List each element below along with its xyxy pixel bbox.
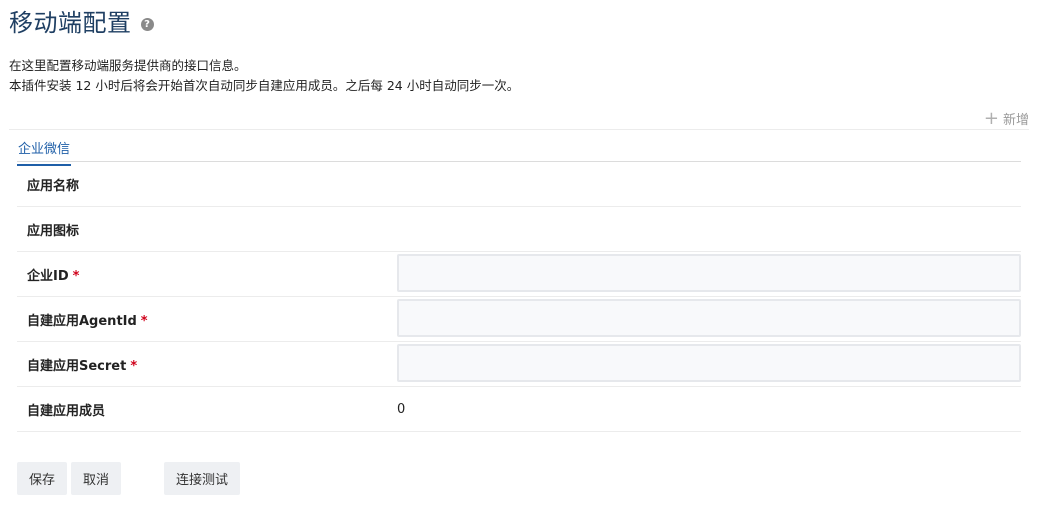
plus-icon: +	[983, 107, 999, 129]
page-header: 移动端配置 ?	[9, 6, 154, 40]
question-circle-icon[interactable]: ?	[140, 17, 154, 31]
required-mark: *	[140, 313, 148, 329]
cancel-button[interactable]: 取消	[71, 462, 122, 495]
form-actions: 保存 取消 连接测试	[17, 462, 241, 495]
form-row-members: 自建应用成员 0	[17, 387, 1021, 432]
agent-id-label-text: 自建应用AgentId	[27, 313, 137, 329]
corp-id-label-text: 企业ID	[27, 268, 69, 284]
add-button[interactable]: + 新增	[984, 109, 1029, 128]
corp-id-input[interactable]	[397, 254, 1021, 292]
page-title: 移动端配置	[9, 9, 132, 37]
description-line-2: 本插件安装 12 小时后将会开始首次自动同步自建应用成员。之后每 24 小时自动…	[9, 78, 520, 93]
agent-id-label: 自建应用AgentId *	[27, 310, 148, 329]
secret-label-text: 自建应用Secret	[27, 358, 127, 374]
required-mark: *	[72, 268, 80, 284]
description-line-1: 在这里配置移动端服务提供商的接口信息。	[9, 58, 247, 73]
corp-id-label: 企业ID *	[27, 265, 79, 284]
save-button[interactable]: 保存	[17, 462, 68, 495]
required-mark: *	[130, 358, 138, 374]
config-form: 应用名称 应用图标 企业ID * 自建应用AgentId * 自建应用Secret *…	[17, 162, 1021, 432]
members-count: 0	[397, 401, 406, 417]
app-name-label: 应用名称	[27, 178, 80, 194]
connection-test-button[interactable]: 连接测试	[164, 462, 241, 495]
form-row-secret: 自建应用Secret *	[17, 342, 1021, 387]
agent-id-input[interactable]	[397, 299, 1021, 337]
app-icon-label: 应用图标	[27, 223, 80, 239]
add-button-label: 新增	[1002, 113, 1029, 128]
form-row-agent-id: 自建应用AgentId *	[17, 297, 1021, 342]
secret-label: 自建应用Secret *	[27, 355, 137, 374]
members-label: 自建应用成员	[27, 403, 106, 419]
secret-input[interactable]	[397, 344, 1021, 382]
form-row-corp-id: 企业ID *	[17, 252, 1021, 297]
form-row-app-icon: 应用图标	[17, 207, 1021, 252]
form-row-app-name: 应用名称	[17, 162, 1021, 207]
page-description: 在这里配置移动端服务提供商的接口信息。 本插件安装 12 小时后将会开始首次自动…	[9, 56, 519, 96]
divider	[9, 129, 1029, 130]
